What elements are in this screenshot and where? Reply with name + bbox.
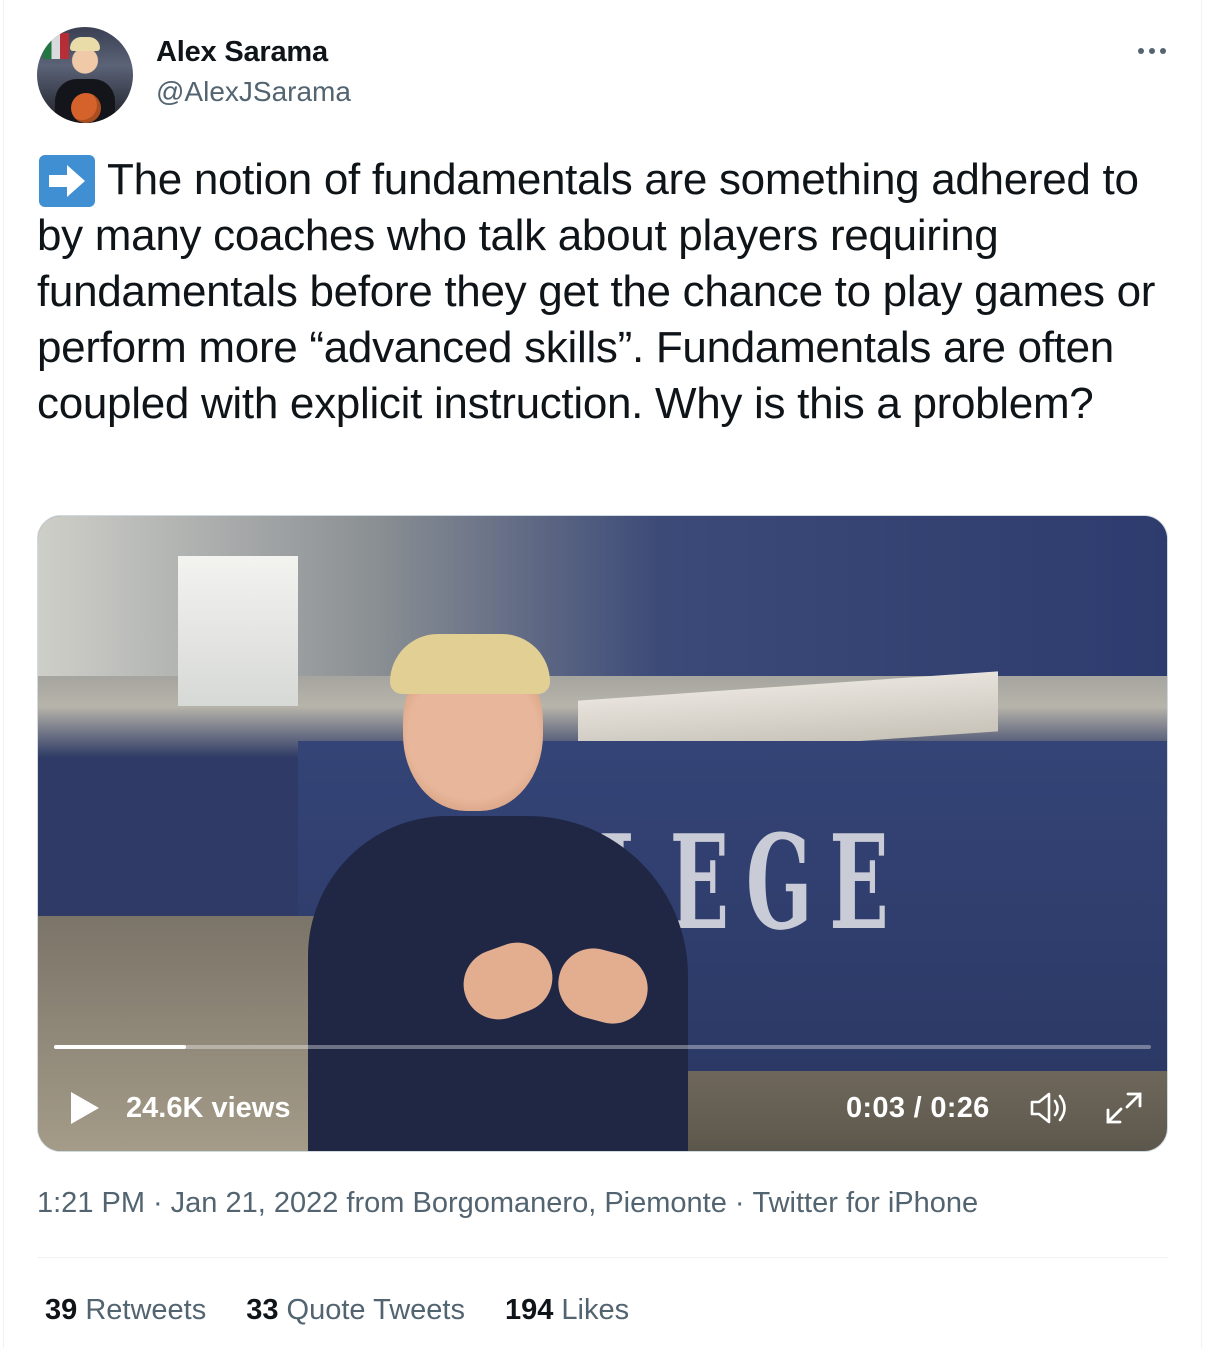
tweet-body: The notion of fundamentals are something… <box>37 155 1156 428</box>
avatar-basketball <box>71 93 101 123</box>
avatar-hair <box>70 37 100 51</box>
tweet-time-link[interactable]: 1:21 PM <box>37 1187 145 1219</box>
video-controls: 24.6K views 0:03 / 0:26 <box>38 1076 1167 1136</box>
tweet-source-link[interactable]: Twitter for iPhone <box>753 1187 979 1219</box>
author-avatar[interactable] <box>37 27 133 123</box>
tweet-meta: 1:21 PM · Jan 21, 2022 from Borgomanero, P… <box>37 1187 978 1220</box>
video-view-count: 24.6K views <box>126 1092 291 1124</box>
video-time: 0:03 / 0:26 <box>846 1092 990 1124</box>
divider <box>37 1257 1168 1258</box>
video-progress-bar[interactable] <box>54 1045 1151 1049</box>
more-options-icon[interactable] <box>1132 36 1172 66</box>
tweet-stats: 39 Retweets 33 Quote Tweets 194 Likes <box>45 1294 629 1327</box>
fullscreen-icon[interactable] <box>1102 1088 1146 1128</box>
volume-icon[interactable] <box>1028 1088 1072 1128</box>
retweets-stat[interactable]: 39 Retweets <box>45 1294 206 1327</box>
video-person-hair <box>390 634 550 694</box>
quote-tweets-stat[interactable]: 33 Quote Tweets <box>246 1294 465 1327</box>
video-gym-window <box>178 556 298 706</box>
avatar-flag-background <box>43 33 69 59</box>
author-name[interactable]: Alex Sarama <box>156 36 328 69</box>
arrow-right-icon <box>37 152 95 208</box>
video-player[interactable]: LEGE 24.6K views 0:03 / 0:26 <box>37 515 1168 1152</box>
meta-separator: · <box>734 1187 745 1219</box>
video-progress-fill <box>54 1045 186 1049</box>
author-handle[interactable]: @AlexJSarama <box>156 76 351 108</box>
likes-stat[interactable]: 194 Likes <box>505 1294 629 1327</box>
tweet-date-location[interactable]: Jan 21, 2022 from Borgomanero, Piemonte <box>171 1187 727 1219</box>
meta-separator: · <box>153 1187 163 1219</box>
play-icon[interactable] <box>68 1090 102 1126</box>
tweet-text: The notion of fundamentals are something… <box>37 152 1177 432</box>
